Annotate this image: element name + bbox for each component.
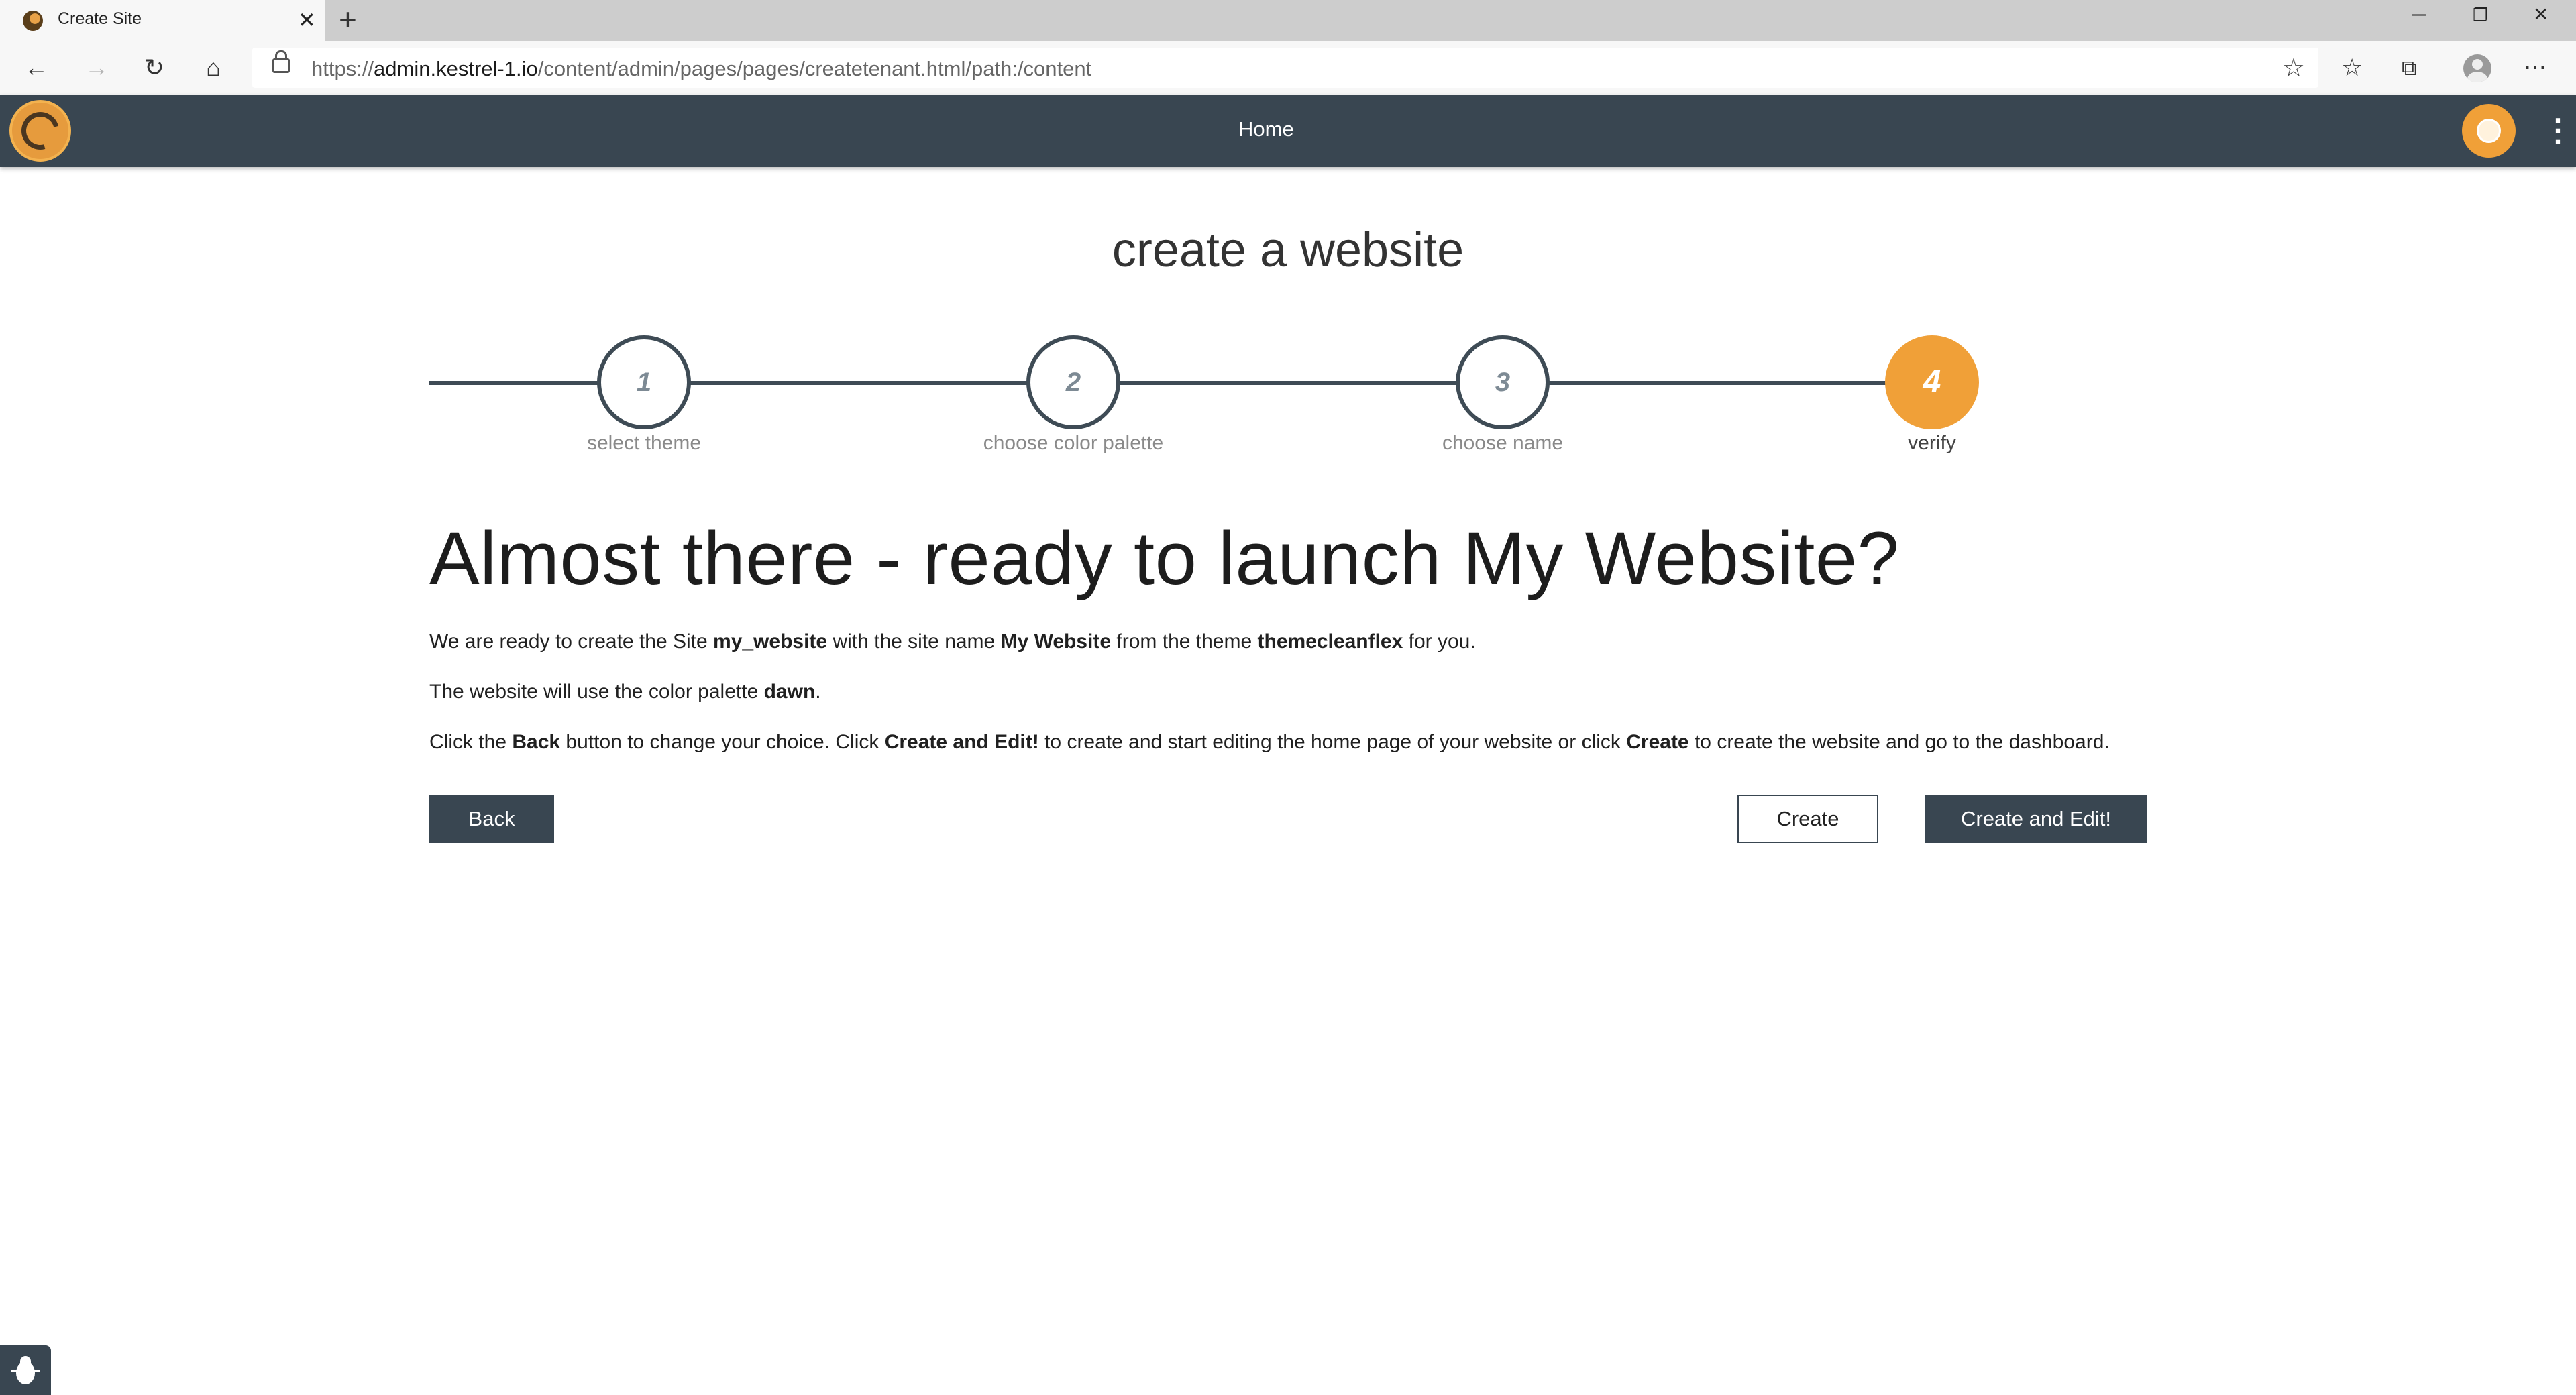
lock-icon (272, 50, 290, 73)
back-ref: Back (512, 731, 561, 753)
create-ref: Create (1626, 731, 1689, 753)
bug-icon (11, 1356, 40, 1384)
wizard-stepper: 1 select theme 2 choose color palette 3 … (429, 335, 2147, 456)
text: to create the website and go to the dash… (1688, 731, 2110, 753)
step-circle: 1 (597, 335, 691, 429)
text: for you. (1403, 630, 1476, 653)
step-choose-name[interactable]: 3 choose name (1402, 335, 1603, 455)
back-button[interactable]: Back (429, 795, 554, 843)
page-title: create a website (1112, 223, 1464, 277)
step-label: choose color palette (983, 432, 1164, 454)
user-avatar[interactable] (2462, 104, 2516, 158)
step-choose-color-palette[interactable]: 2 choose color palette (973, 335, 1174, 455)
home-link[interactable]: Home (1238, 117, 1294, 142)
step-label: select theme (586, 432, 702, 454)
debug-toggle[interactable] (0, 1345, 51, 1395)
close-tab-icon[interactable]: ✕ (298, 7, 316, 34)
url-host: admin.kestrel-1.io (374, 57, 538, 80)
step-select-theme[interactable]: 1 select theme (543, 335, 745, 455)
create-and-edit-button[interactable]: Create and Edit! (1925, 795, 2147, 843)
summary-paragraph: We are ready to create the Site my_websi… (429, 630, 1476, 653)
kestrel-logo-icon[interactable] (9, 100, 71, 162)
tab-title: Create Site (58, 9, 142, 28)
text: with the site name (827, 630, 1001, 653)
favorites-list-icon[interactable]: ☆ (2341, 53, 2363, 82)
confirmation-headline: Almost there - ready to launch My Websit… (429, 516, 1900, 600)
app-header: Home ⋮ (0, 95, 2576, 167)
palette-paragraph: The website will use the color palette d… (429, 681, 821, 704)
home-icon[interactable]: ⌂ (199, 53, 228, 82)
url-path: /content/admin/pages/pages/createtenant.… (537, 57, 1092, 80)
create-edit-ref: Create and Edit! (884, 731, 1039, 753)
step-label: verify (1908, 432, 1956, 454)
favorite-star-icon[interactable]: ☆ (2282, 53, 2305, 83)
text: . (815, 681, 821, 703)
window-close-icon[interactable]: ✕ (2533, 1, 2548, 28)
step-label: choose name (1442, 432, 1564, 454)
back-arrow-icon[interactable]: ← (21, 53, 51, 82)
new-tab-button[interactable]: + (339, 4, 357, 35)
browser-titlebar: Create Site ✕ + ─ ❐ ✕ (0, 0, 2576, 41)
forward-arrow-icon[interactable]: → (82, 53, 111, 82)
step-circle: 2 (1026, 335, 1120, 429)
create-button[interactable]: Create (1737, 795, 1878, 843)
minimize-icon[interactable]: ─ (2412, 1, 2426, 28)
text: button to change your choice. Click (560, 731, 885, 753)
step-verify: 4 verify (1831, 335, 2033, 455)
collections-icon[interactable]: ⧉ (2402, 53, 2417, 82)
text: to create and start editing the home pag… (1038, 731, 1627, 753)
refresh-icon[interactable]: ↻ (140, 53, 169, 82)
theme-name: themecleanflex (1257, 630, 1403, 653)
browser-tab[interactable]: Create Site ✕ (0, 0, 325, 41)
text: Click the (429, 731, 513, 753)
text: from the theme (1111, 630, 1258, 653)
more-options-icon[interactable]: ⋯ (2524, 53, 2546, 82)
address-bar[interactable]: https://admin.kestrel-1.io/content/admin… (252, 48, 2318, 88)
text: We are ready to create the Site (429, 630, 714, 653)
instructions-paragraph: Click the Back button to change your cho… (429, 731, 2110, 754)
url-scheme: https:// (311, 57, 374, 80)
palette-name: dawn (763, 681, 816, 703)
url-text[interactable]: https://admin.kestrel-1.io/content/admin… (311, 57, 1091, 81)
browser-toolbar: ← → ↻ ⌂ https://admin.kestrel-1.io/conte… (0, 41, 2576, 95)
logo-mark (14, 105, 66, 157)
step-circle: 4 (1885, 335, 1979, 429)
user-face-icon (2477, 119, 2501, 143)
site-name: My Website (1000, 630, 1112, 653)
profile-avatar[interactable] (2463, 54, 2491, 82)
site-favicon-icon (23, 11, 43, 31)
restore-icon[interactable]: ❐ (2473, 1, 2488, 28)
kebab-menu-icon[interactable]: ⋮ (2542, 113, 2573, 147)
step-circle: 3 (1456, 335, 1550, 429)
site-id: my_website (713, 630, 828, 653)
text: The website will use the color palette (429, 681, 764, 703)
